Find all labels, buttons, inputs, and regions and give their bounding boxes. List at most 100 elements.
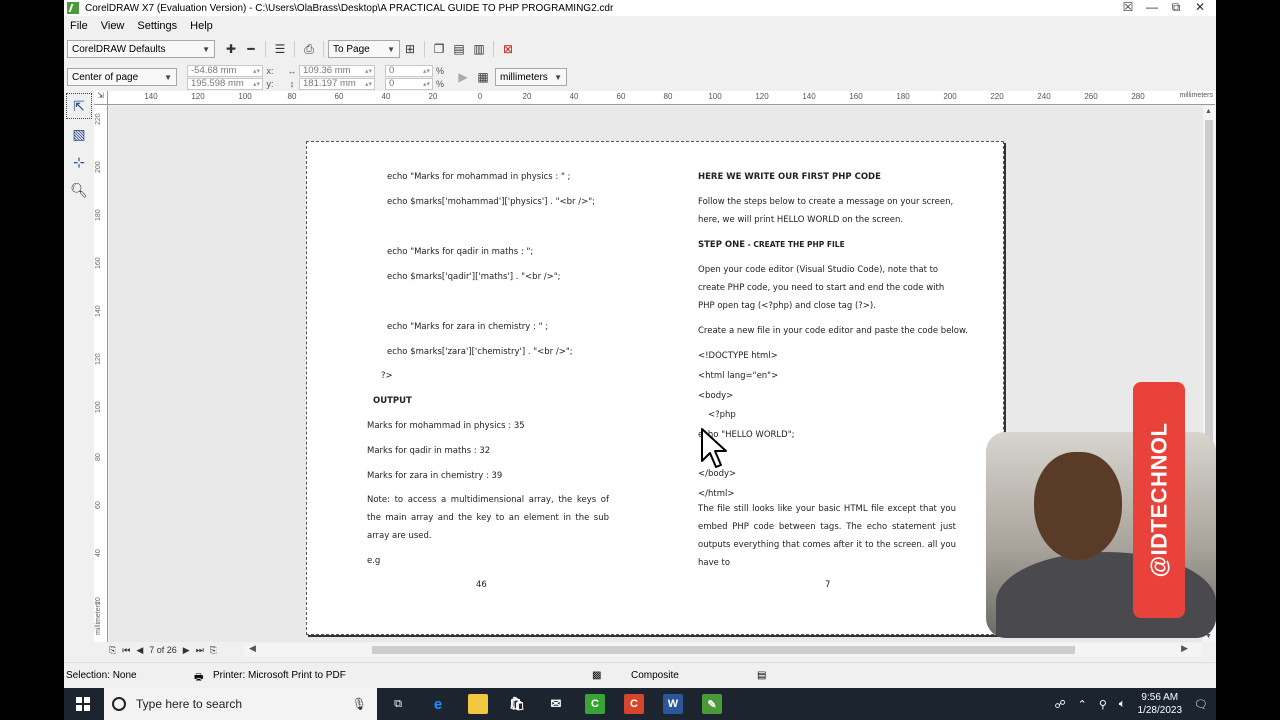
next-page-icon[interactable]: ▶ (183, 645, 190, 656)
printer-icon: 🖶︎ (194, 672, 204, 683)
imposition-icon[interactable]: ▥ (469, 40, 489, 58)
y-label: y: (266, 78, 274, 89)
ruler-tick-label: 140 (144, 92, 158, 101)
toolbar-divider (323, 41, 324, 57)
clock[interactable]: 9:56 AM 1/28/2023 (1138, 691, 1183, 717)
ruler-unit-label: millimeters (95, 601, 102, 635)
ruler-tick-label: 60 (95, 501, 102, 509)
preset-select[interactable]: CorelDRAW Defaults ▼ (67, 40, 215, 58)
scroll-up-icon[interactable]: ▲ (1205, 108, 1212, 115)
x-row: -54.68 mm ▴▾ x: (187, 64, 277, 77)
close-button[interactable]: ✕ (1190, 0, 1210, 15)
taskbar-search[interactable]: Type here to search 🎙︎ (104, 688, 377, 720)
windows-start-icon[interactable] (76, 697, 90, 711)
imposition-layout-tool-icon[interactable]: ▧ (66, 121, 92, 147)
mail-icon[interactable]: ✉ (546, 694, 566, 714)
y-position-field[interactable]: 195.598 mm ▴▾ (187, 77, 263, 90)
last-page-icon[interactable]: ⏭ (196, 645, 204, 656)
notifications-icon[interactable]: 🗨︎ (1194, 698, 1208, 711)
layout-icon[interactable]: ▤ (449, 40, 469, 58)
user-icon[interactable]: ☒ (1118, 0, 1138, 15)
x-position-field[interactable]: -54.68 mm ▴▾ (187, 64, 263, 77)
options-icon[interactable]: ☰ (270, 40, 290, 58)
show-hidden-icon[interactable]: ⌃ (1078, 698, 1087, 711)
pick-tool-icon[interactable]: ⇱ (66, 93, 92, 119)
people-icon[interactable]: ☍ (1055, 698, 1066, 711)
camtasia-icon[interactable]: C (585, 694, 605, 714)
ruler-tick-label: 100 (238, 92, 252, 101)
add-page-icon[interactable]: ⎘ (210, 645, 217, 656)
width-field[interactable]: 109.36 mm ▴▾ (299, 64, 375, 77)
scale-x-field[interactable]: 0 ▴▾ (385, 64, 433, 77)
prev-page-icon[interactable]: ◀ (136, 645, 143, 656)
spinner-arrows-icon: ▴▾ (252, 67, 260, 75)
page-indicator: 7 of 26 (149, 645, 177, 655)
close-preview-icon[interactable]: ⊠ (498, 40, 518, 58)
scroll-right-icon[interactable]: ▶ (1181, 643, 1188, 654)
horizontal-ruler[interactable]: millimeters 140 120 100 80 60 40 20 0 20 40 60 80 10… (108, 91, 1215, 105)
scroll-left-icon[interactable]: ◀ (249, 643, 256, 654)
y-position-value: 195.598 mm (191, 78, 244, 89)
word-icon[interactable]: W (663, 694, 683, 714)
page-navigator: ⎘ ⏮ ◀ 7 of 26 ▶ ⏭ ⎘ (109, 643, 217, 657)
paragraph-2: Create a new file in your code editor an… (698, 326, 968, 336)
file-explorer-icon[interactable] (468, 694, 488, 714)
menu-settings[interactable]: Settings (137, 20, 177, 32)
ruler-tick-label: 160 (95, 257, 102, 269)
ruler-origin-icon[interactable]: ⇲ (94, 91, 108, 105)
ruler-tick-label: 20 (428, 92, 438, 101)
edge-icon[interactable]: e (428, 694, 448, 714)
page-spread: echo "Marks for mohammad in physics : " … (306, 141, 1004, 635)
printer-status: Printer: Microsoft Print to PDF (213, 670, 346, 681)
menu-help[interactable]: Help (190, 20, 213, 32)
restore-button[interactable]: ⧉ (1166, 0, 1186, 15)
first-page-icon[interactable]: ⏮ (122, 645, 130, 656)
network-icon[interactable]: ⚲ (1099, 698, 1107, 711)
marks-placement-tool-icon[interactable]: ⊹ (66, 149, 92, 175)
menu-file[interactable]: File (70, 20, 88, 32)
document-icon[interactable]: ▤ (757, 670, 766, 681)
scale-y-value: 0 (389, 78, 395, 89)
add-preset-icon[interactable]: ✚ (221, 40, 241, 58)
width-icon: ↔ (287, 65, 297, 76)
page-settings-icon[interactable]: ⎘ (109, 645, 116, 656)
ruler-tick-label: 60 (616, 92, 626, 101)
title-bar: CorelDRAW X7 (Evaluation Version) - C:\U… (64, 0, 1216, 16)
remove-preset-icon[interactable]: ━ (241, 40, 261, 58)
menu-bar: File View Settings Help (64, 16, 1216, 36)
store-icon[interactable]: 🛍︎ (507, 694, 527, 714)
menu-view[interactable]: View (101, 20, 125, 32)
microphone-icon[interactable]: 🎙︎ (352, 697, 367, 711)
mouse-cursor-icon (701, 428, 727, 468)
lock-ratio-icon[interactable]: ▦ (473, 68, 493, 86)
height-field[interactable]: 181.197 mm ▴▾ (299, 77, 375, 90)
code-line: <html lang="en"> (698, 371, 779, 381)
ruler-tick-label: 80 (95, 453, 102, 461)
anchor-select[interactable]: Center of page ▼ (67, 68, 177, 86)
x-position-value: -54.68 mm (191, 65, 237, 76)
view-mode-select[interactable]: To Page ▼ (328, 40, 400, 58)
vertical-ruler[interactable]: 220 200 180 160 140 120 100 80 60 40 20 millimeters (94, 105, 108, 642)
volume-icon[interactable]: 🔈︎ (1119, 698, 1126, 711)
code-line: echo $marks['mohammad']['physics'] . "<b… (387, 197, 595, 207)
play-icon[interactable]: ▶ (453, 68, 473, 86)
print-icon[interactable]: ⎙ (299, 40, 319, 58)
ruler-tick-label: 120 (191, 92, 205, 101)
zoom-tool-icon[interactable]: 🔍︎ (66, 177, 92, 203)
recorder-icon[interactable]: C (624, 694, 644, 714)
ruler-tick-label: 120 (95, 353, 102, 365)
scroll-thumb[interactable] (372, 646, 1075, 654)
toolbar-divider (265, 41, 266, 57)
horizontal-scrollbar[interactable]: ◀ ▶ (244, 643, 1202, 657)
task-view-icon[interactable]: ⧉ (388, 694, 408, 714)
fit-page-icon[interactable]: ⊞ (400, 40, 420, 58)
scale-y-field[interactable]: 0 ▴▾ (385, 77, 433, 90)
copies-icon[interactable]: ❐ (429, 40, 449, 58)
ruler-tick-label: 200 (943, 92, 957, 101)
coreldraw-taskbar-icon[interactable]: ✎ (702, 694, 722, 714)
right-heading: HERE WE WRITE OUR FIRST PHP CODE (698, 172, 881, 182)
minimize-button[interactable]: — (1142, 0, 1162, 15)
units-select[interactable]: millimeters ▼ (495, 68, 567, 86)
ruler-tick-label: 80 (287, 92, 297, 101)
page-number-left: 46 (476, 580, 487, 590)
